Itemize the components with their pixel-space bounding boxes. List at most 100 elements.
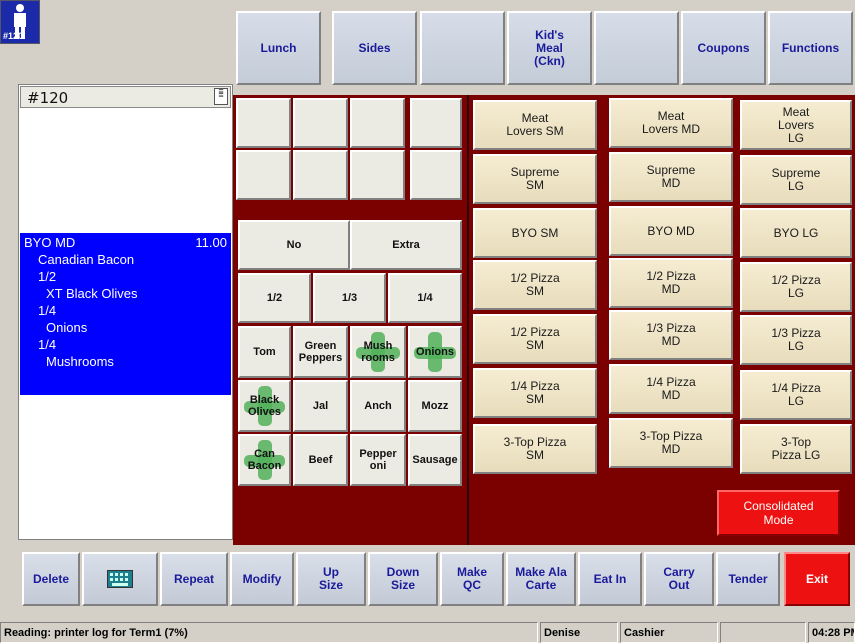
topping-label: Mush rooms: [361, 340, 395, 364]
pizza-button[interactable]: 3-Top Pizza MD: [609, 418, 733, 468]
topping-label: Mozz: [421, 400, 449, 412]
blank-modifier-button[interactable]: [236, 98, 291, 148]
pizza-button[interactable]: Supreme LG: [740, 155, 852, 205]
modifier-line: XT Black Olives: [46, 286, 138, 301]
pizza-button[interactable]: 3-Top Pizza SM: [473, 424, 597, 474]
tab-coupons[interactable]: Coupons: [681, 11, 766, 85]
make-ala-carte-button[interactable]: Make Ala Carte: [506, 552, 576, 606]
tender-button[interactable]: Tender: [716, 552, 780, 606]
pizza-button[interactable]: Meat Lovers SM: [473, 100, 597, 150]
make-qc-button[interactable]: Make QC: [440, 552, 504, 606]
blank-modifier-button[interactable]: [293, 150, 348, 200]
topping-button[interactable]: Anch: [350, 380, 406, 432]
pizza-button[interactable]: Supreme SM: [473, 154, 597, 204]
topping-button[interactable]: Can Bacon: [238, 434, 291, 486]
pizza-button[interactable]: 1/2 Pizza SM: [473, 314, 597, 364]
pizza-button[interactable]: 1/4 Pizza MD: [609, 364, 733, 414]
exit-button[interactable]: Exit: [784, 552, 850, 606]
third-button[interactable]: 1/3: [313, 273, 386, 323]
topping-button[interactable]: Jal: [293, 380, 348, 432]
status-message: Reading: printer log for Term1 (7%): [0, 622, 538, 643]
carry-out-button[interactable]: Carry Out: [644, 552, 714, 606]
repeat-button[interactable]: Repeat: [160, 552, 228, 606]
topping-button[interactable]: Mozz: [408, 380, 462, 432]
tab-blank-1[interactable]: [420, 11, 505, 85]
delete-button[interactable]: Delete: [22, 552, 80, 606]
status-time: 04:28 PM: [808, 622, 855, 643]
pizza-button[interactable]: Meat Lovers MD: [609, 98, 733, 148]
tab-blank-2[interactable]: [594, 11, 679, 85]
tab-sides[interactable]: Sides: [332, 11, 417, 85]
tab-lunch[interactable]: Lunch: [236, 11, 321, 85]
modifier-line: Onions: [46, 320, 88, 335]
tab-kids-meal[interactable]: Kid's Meal (Ckn): [507, 11, 592, 85]
pizza-button[interactable]: BYO SM: [473, 208, 597, 258]
topping-label: Beef: [308, 454, 333, 466]
order-panel: #120 ≡ ≡ BYO MD 11.00 Canadian Bacon 1/2 …: [18, 84, 233, 540]
topping-button[interactable]: Sausage: [408, 434, 462, 486]
status-role: Cashier: [620, 622, 718, 643]
topping-label: Tom: [253, 346, 276, 358]
blank-modifier-button[interactable]: [410, 98, 462, 148]
topping-label: Black Olives: [247, 394, 282, 418]
pizza-button[interactable]: Meat Lovers LG: [740, 100, 852, 150]
topping-label: Onions: [416, 346, 454, 358]
up-size-button[interactable]: Up Size: [296, 552, 366, 606]
topping-label: Anch: [364, 400, 392, 412]
pizza-button[interactable]: 1/3 Pizza MD: [609, 310, 733, 360]
modifier-line: Canadian Bacon: [38, 252, 135, 267]
down-size-button[interactable]: Down Size: [368, 552, 438, 606]
receipt-icon[interactable]: ≡ ≡: [214, 87, 228, 105]
modifier-line: 1/4: [38, 303, 57, 318]
modify-button[interactable]: Modify: [230, 552, 294, 606]
pizza-button[interactable]: 1/2 Pizza MD: [609, 258, 733, 308]
topping-button[interactable]: Mush rooms: [350, 326, 406, 378]
blank-modifier-button[interactable]: [350, 150, 405, 200]
pizza-button[interactable]: Supreme MD: [609, 152, 733, 202]
pizza-button[interactable]: 1/2 Pizza SM: [473, 260, 597, 310]
pizza-button[interactable]: 1/3 Pizza LG: [740, 315, 852, 365]
pizza-button[interactable]: BYO MD: [609, 206, 733, 256]
topping-button[interactable]: Onions: [408, 326, 462, 378]
extra-button[interactable]: Extra: [350, 220, 462, 270]
status-user: Denise: [540, 622, 618, 643]
topping-button[interactable]: Black Olives: [238, 380, 291, 432]
consolidated-mode-button[interactable]: Consolidated Mode: [717, 490, 840, 536]
order-header: #120 ≡ ≡: [20, 86, 231, 108]
pizza-button[interactable]: 1/4 Pizza SM: [473, 368, 597, 418]
topping-button[interactable]: Pepper oni: [350, 434, 406, 486]
topping-label: Green Peppers: [298, 340, 343, 364]
pizza-button[interactable]: BYO LG: [740, 208, 852, 258]
modifier-line: 1/4: [38, 337, 57, 352]
person-icon: #120: [0, 0, 40, 44]
modifier-line: 1/2: [38, 269, 57, 284]
pizza-button[interactable]: 3-Top Pizza LG: [740, 424, 852, 474]
topping-button[interactable]: Beef: [293, 434, 348, 486]
no-button[interactable]: No: [238, 220, 350, 270]
eat-in-button[interactable]: Eat In: [578, 552, 642, 606]
blank-modifier-button[interactable]: [410, 150, 462, 200]
half-button[interactable]: 1/2: [238, 273, 311, 323]
order-number: #120: [27, 89, 69, 107]
order-lines[interactable]: BYO MD 11.00 Canadian Bacon 1/2 XT Black…: [20, 233, 231, 395]
logo-tile: #120: [0, 0, 233, 84]
topping-button[interactable]: Green Peppers: [293, 326, 348, 378]
modifier-line: Mushrooms: [46, 354, 114, 369]
pizza-button[interactable]: 1/4 Pizza LG: [740, 370, 852, 420]
status-blank: [720, 622, 806, 643]
pizza-button[interactable]: 1/2 Pizza LG: [740, 262, 852, 312]
keyboard-button[interactable]: [82, 552, 158, 606]
topping-label: Can Bacon: [247, 448, 282, 472]
item-price: 11.00: [195, 235, 227, 250]
item-name: BYO MD: [24, 235, 76, 250]
tab-functions[interactable]: Functions: [768, 11, 853, 85]
quarter-button[interactable]: 1/4: [388, 273, 462, 323]
blank-modifier-button[interactable]: [350, 98, 405, 148]
topping-button[interactable]: Tom: [238, 326, 291, 378]
blank-modifier-button[interactable]: [293, 98, 348, 148]
topping-label: Jal: [312, 400, 329, 412]
blank-modifier-button[interactable]: [236, 150, 291, 200]
order-line-item[interactable]: BYO MD 11.00: [24, 234, 227, 251]
topping-label: Sausage: [412, 454, 458, 466]
logo-number: #120: [3, 31, 24, 41]
